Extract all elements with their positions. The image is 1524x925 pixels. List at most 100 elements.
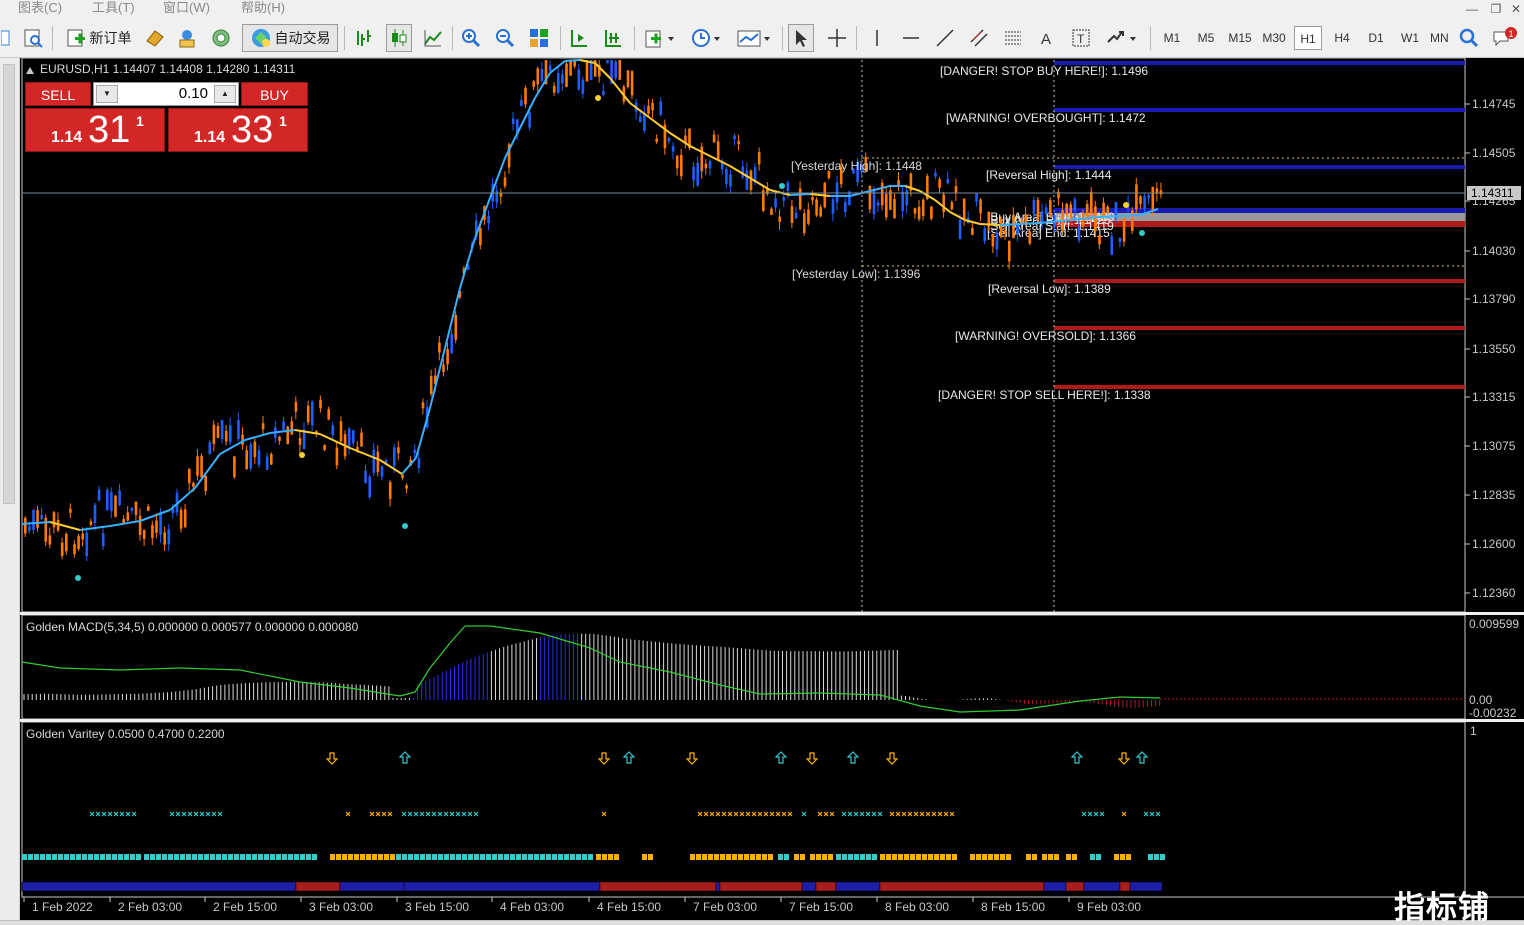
bar-chart-icon[interactable] [352, 24, 378, 52]
left-scroll-strip[interactable] [0, 58, 20, 920]
candle-body [876, 202, 880, 206]
variety-square [462, 854, 467, 860]
horizontal-line-icon[interactable] [898, 24, 924, 52]
candlestick-icon[interactable] [386, 24, 412, 52]
candle-body [770, 208, 773, 215]
variety-square [726, 854, 731, 860]
level-label: [WARNING! OVERSOLD]: 1.1366 [955, 329, 1136, 343]
price-tick-label: 1.12360 [1472, 586, 1516, 600]
candle-body [368, 476, 371, 498]
variety-square [246, 854, 251, 860]
print-preview-icon[interactable] [20, 24, 46, 52]
menu-help[interactable]: 帮助(H) [241, 0, 285, 16]
candle-body [962, 198, 966, 220]
market-watch-icon[interactable] [142, 24, 168, 52]
new-order-button[interactable]: 新订单 [60, 24, 136, 52]
line-chart-icon[interactable] [420, 24, 446, 52]
variety-square [486, 854, 491, 860]
timeframe-h4[interactable]: H4 [1328, 26, 1356, 50]
sell-button[interactable]: SELL [25, 82, 91, 106]
candle-body [319, 399, 322, 409]
candle-body [401, 474, 404, 478]
fibonacci-icon[interactable] [1000, 24, 1026, 52]
price-chart[interactable]: [DANGER! STOP BUY HERE!]: 1.1496 [WARNING… [20, 58, 1524, 920]
candle-body [885, 194, 888, 218]
ask-price-box[interactable]: 1.14 33 1 [168, 108, 308, 152]
templates-dropdown[interactable] [734, 24, 774, 52]
variety-trend-bar [1129, 881, 1163, 892]
text-icon[interactable]: A [1034, 24, 1060, 52]
variety-square [854, 854, 859, 860]
variety-square [52, 854, 57, 860]
buy-button[interactable]: BUY [241, 82, 308, 106]
price-tick-label: 1.13075 [1472, 439, 1516, 453]
candle-body [815, 199, 818, 216]
auto-scroll-icon[interactable] [566, 24, 592, 52]
variety-square [300, 854, 305, 860]
lot-increase-icon[interactable]: ▲ [214, 85, 236, 103]
auto-trading-button[interactable]: 自动交易 [242, 24, 338, 52]
lot-decrease-icon[interactable]: ▼ [96, 85, 118, 103]
timeframe-m1[interactable]: M1 [1158, 26, 1186, 50]
cursor-icon[interactable] [788, 24, 814, 52]
profiles-icon[interactable] [0, 24, 12, 52]
candle-body [147, 506, 150, 511]
timeframe-m15[interactable]: M15 [1224, 26, 1256, 50]
candle-body [282, 421, 285, 430]
trendline-icon[interactable] [932, 24, 958, 52]
indicators-dropdown[interactable] [642, 24, 678, 52]
menu-chart[interactable]: 图表(C) [18, 0, 62, 16]
minimize-icon[interactable]: — [1460, 0, 1484, 18]
crosshair-icon[interactable] [824, 24, 850, 52]
timeframe-w1[interactable]: W1 [1396, 26, 1424, 50]
candle-body [93, 504, 97, 524]
signal-dot [779, 183, 785, 189]
candle-body [1085, 203, 1089, 219]
ma-segment [979, 223, 1001, 226]
zoom-out-icon[interactable] [492, 24, 518, 52]
candle-body [606, 60, 609, 64]
timeframe-m30[interactable]: M30 [1258, 26, 1290, 50]
candle-body [1024, 214, 1027, 224]
variety-square [414, 854, 419, 860]
navigator-icon[interactable] [174, 24, 200, 52]
variety-square [474, 854, 479, 860]
timeframe-h1[interactable]: H1 [1294, 26, 1322, 50]
menu-tools[interactable]: 工具(T) [92, 0, 135, 16]
variety-square [330, 854, 335, 860]
variety-trend-bar [715, 881, 721, 892]
variety-square [1114, 854, 1119, 860]
ma-segment [564, 59, 581, 62]
candle-body [339, 421, 343, 442]
variety-square [800, 854, 805, 860]
arrows-dropdown[interactable] [1102, 24, 1142, 52]
timeframe-mn[interactable]: MN [1430, 26, 1452, 50]
notifications-icon[interactable]: 1 [1490, 24, 1520, 52]
candle-body [405, 485, 408, 489]
variety-square [498, 854, 503, 860]
menu-window[interactable]: 窗口(W) [163, 0, 210, 16]
time-tick-label: 2 Feb 03:00 [118, 900, 182, 914]
close-icon[interactable]: ✕ [1504, 0, 1524, 18]
lot-size-field[interactable]: ▼ 0.10 ▲ [93, 82, 239, 106]
scroll-thumb[interactable] [3, 64, 15, 504]
candle-body [737, 140, 740, 145]
candle-body [1032, 200, 1036, 214]
periods-dropdown[interactable] [688, 24, 724, 52]
one-click-trading-panel: SELL ▼ 0.10 ▲ BUY 1.14 31 1 1.14 33 1 [25, 82, 308, 152]
candle-body [335, 447, 339, 466]
tile-windows-icon[interactable] [526, 24, 552, 52]
variety-square [264, 854, 269, 860]
variety-square [588, 854, 593, 860]
timeframe-m5[interactable]: M5 [1192, 26, 1220, 50]
lot-size-value[interactable]: 0.10 [179, 85, 208, 103]
zoom-in-icon[interactable] [458, 24, 484, 52]
signals-icon[interactable] [208, 24, 234, 52]
equidistant-channel-icon[interactable] [966, 24, 992, 52]
search-icon[interactable] [1456, 24, 1482, 52]
bid-price-box[interactable]: 1.14 31 1 [25, 108, 165, 152]
timeframe-d1[interactable]: D1 [1362, 26, 1390, 50]
chart-shift-icon[interactable] [600, 24, 626, 52]
vertical-line-icon[interactable] [864, 24, 890, 52]
text-label-icon[interactable]: T [1068, 24, 1094, 52]
